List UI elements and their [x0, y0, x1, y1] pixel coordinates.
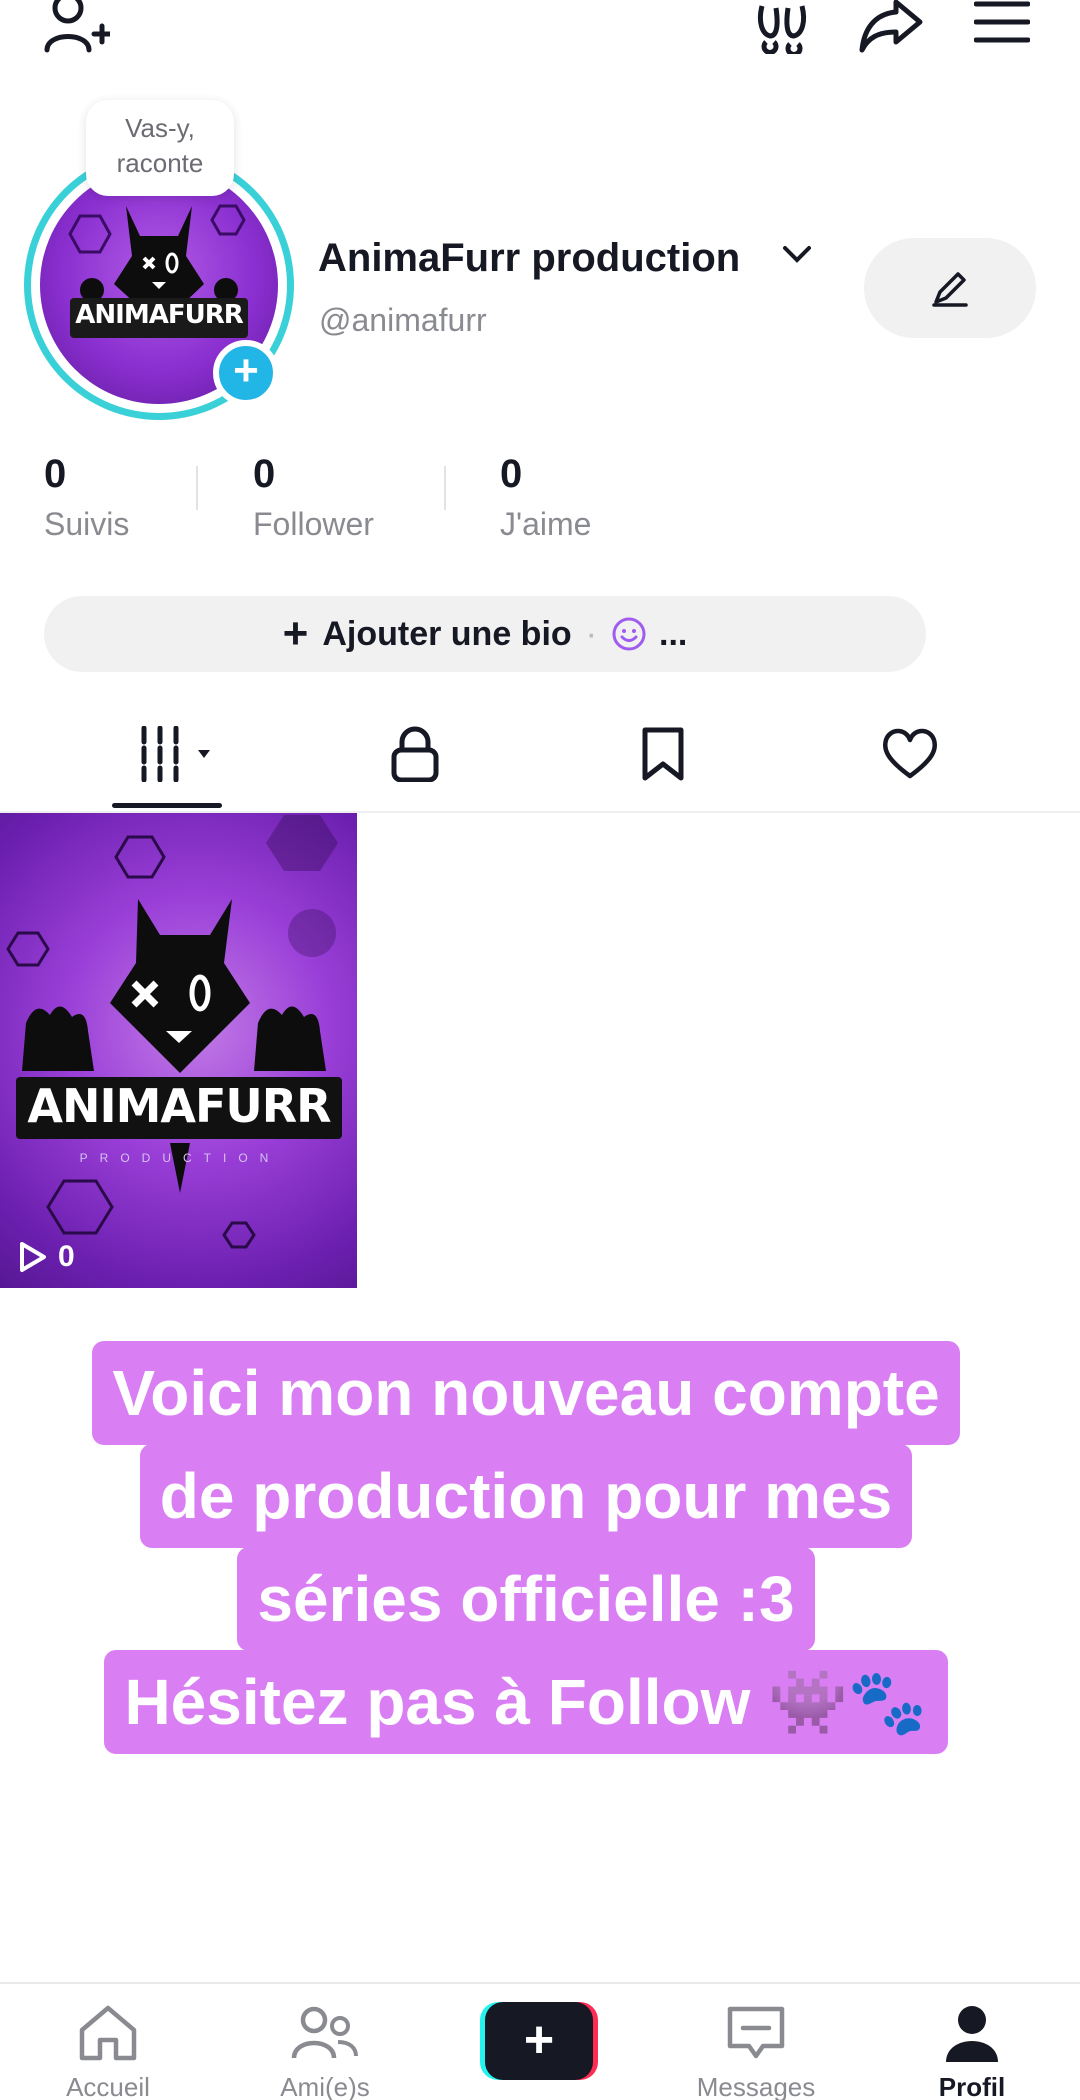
following-label[interactable]: Suivis: [44, 506, 129, 543]
video-thumbnail[interactable]: ANIMAFURR PRODUCTION 0: [0, 813, 357, 1288]
story-prompt-bubble[interactable]: Vas-y, raconte: [86, 100, 234, 196]
nav-friends[interactable]: Ami(e)s: [245, 1984, 405, 2100]
caption-line-1: Voici mon nouveau compte: [92, 1341, 960, 1445]
separator-dot: ·: [585, 614, 597, 653]
story-prompt-line1: Vas-y,: [125, 113, 195, 143]
create-plus-icon: +: [485, 2002, 593, 2080]
active-tab-indicator: [112, 803, 222, 808]
add-friend-icon[interactable]: [44, 0, 110, 54]
play-icon: [20, 1242, 46, 1272]
nav-home-label: Accueil: [66, 2072, 150, 2100]
nav-profile-label: Profil: [938, 2072, 1006, 2100]
caption-overlay: Voici mon nouveau compte de production p…: [26, 1341, 1026, 1754]
friends-icon: [291, 2006, 358, 2059]
tab-liked-heart-icon[interactable]: [880, 726, 940, 782]
display-name[interactable]: AnimaFurr production: [318, 236, 740, 281]
caption-line-3: séries officielle :3: [237, 1547, 815, 1651]
smiley-icon[interactable]: [611, 616, 647, 652]
tab-saved-bookmark-icon[interactable]: [640, 726, 686, 782]
add-bio-button[interactable]: + Ajouter une bio · ...: [44, 596, 926, 672]
caption-line-2: de production pour mes: [139, 1444, 913, 1548]
edit-profile-button[interactable]: [864, 238, 1036, 338]
following-count[interactable]: 0: [44, 452, 66, 497]
story-prompt-line2: raconte: [116, 148, 204, 178]
followers-count[interactable]: 0: [253, 452, 275, 497]
add-story-plus-icon[interactable]: +: [213, 340, 279, 406]
nav-profile[interactable]: Profil: [892, 1984, 1052, 2100]
avatar-logo-text: ANIMAFURR: [75, 300, 243, 330]
caption-line-4: Hésitez pas à Follow 👾🐾: [104, 1650, 948, 1754]
video-logo-subtitle: PRODUCTION: [79, 1151, 281, 1165]
video-logo-text: ANIMAFURR: [27, 1079, 331, 1133]
home-icon: [79, 2005, 137, 2061]
bottom-navigation: Accueil Ami(e)s + Messages Profil: [0, 1982, 1080, 2100]
nav-messages[interactable]: Messages: [676, 1984, 836, 2100]
followers-label[interactable]: Follower: [253, 506, 374, 543]
play-count: 0: [18, 1240, 75, 1274]
chevron-down-icon[interactable]: [782, 244, 812, 266]
add-bio-label: Ajouter une bio: [322, 614, 572, 653]
more-options[interactable]: ...: [659, 615, 687, 654]
video-logo-art: [6, 815, 342, 1249]
nav-friends-label: Ami(e)s: [280, 2072, 370, 2100]
plus-icon: +: [282, 609, 309, 658]
play-count-value: 0: [58, 1240, 75, 1273]
create-button[interactable]: +: [480, 2002, 598, 2080]
pencil-icon: [932, 272, 968, 307]
profile-icon: [946, 2006, 998, 2062]
stat-divider: [196, 466, 198, 510]
nav-home[interactable]: Accueil: [28, 1984, 188, 2100]
likes-label[interactable]: J'aime: [500, 506, 591, 543]
nav-messages-label: Messages: [696, 2072, 816, 2100]
share-icon[interactable]: [858, 0, 924, 54]
messages-icon: [727, 2006, 785, 2059]
stat-divider: [444, 466, 446, 510]
username: @animafurr: [319, 302, 487, 338]
tab-videos-grid-icon[interactable]: [138, 726, 218, 782]
likes-count[interactable]: 0: [500, 452, 522, 497]
tab-private-lock-icon[interactable]: [390, 726, 440, 782]
footprints-icon[interactable]: [754, 0, 810, 54]
menu-icon[interactable]: [974, 0, 1030, 46]
